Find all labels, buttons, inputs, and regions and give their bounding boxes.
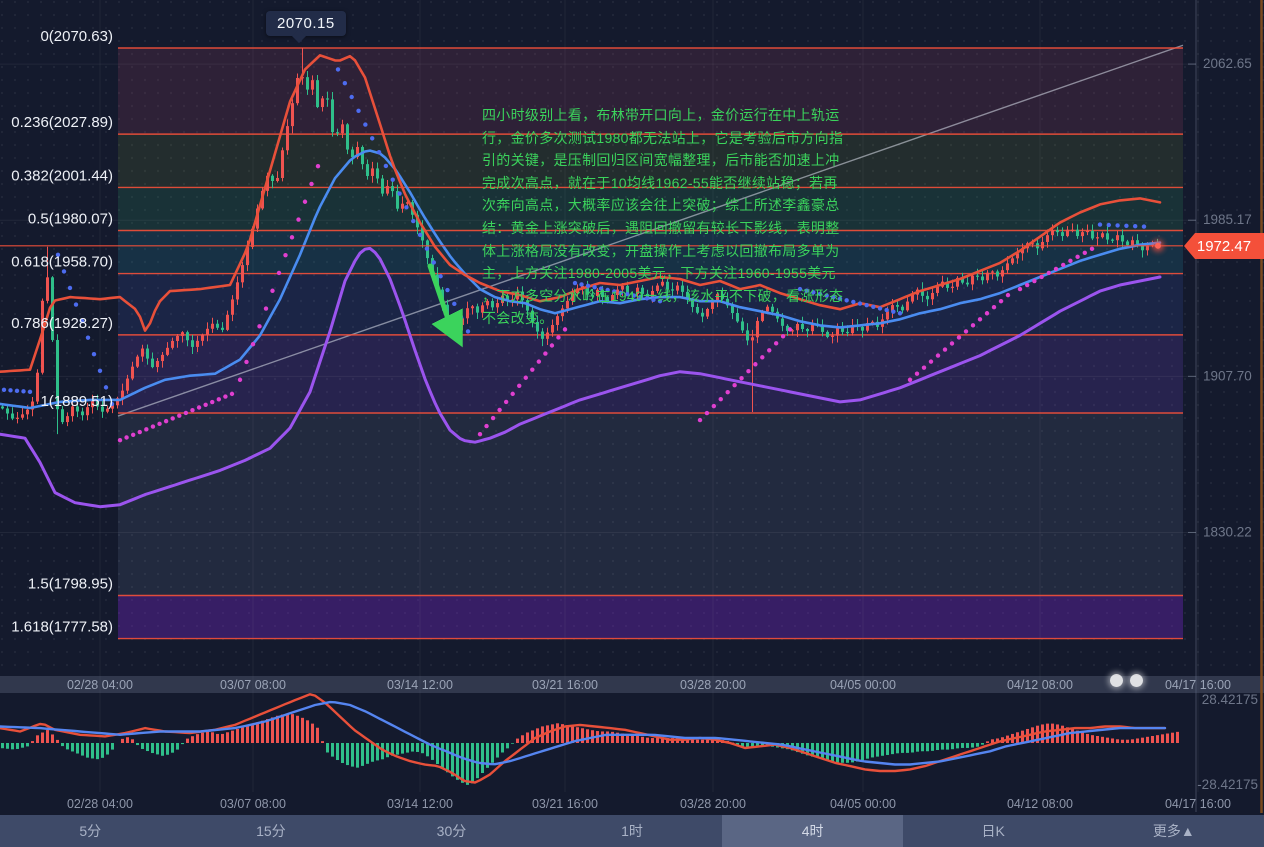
- x-axis-label: 04/17 16:00: [1165, 678, 1231, 692]
- x-axis-label: 03/21 16:00: [532, 797, 598, 811]
- timeframe-daily[interactable]: 日K: [903, 815, 1084, 847]
- timeframe-toolbar: 5分 15分 30分 1时 4时 日K 更多▲: [0, 815, 1264, 847]
- y-axis-label: 1985.17: [1203, 212, 1252, 227]
- indicator-dot[interactable]: [1130, 674, 1143, 687]
- x-axis-label: 04/17 16:00: [1165, 797, 1231, 811]
- x-axis-label: 03/14 12:00: [387, 678, 453, 692]
- trading-chart-app: 0(2070.63) 0.236(2027.89) 0.382(2001.44) 0.…: [0, 0, 1264, 847]
- fib-label: 0(2070.63): [40, 28, 113, 45]
- x-axis-label: 04/05 00:00: [830, 678, 896, 692]
- high-price-tooltip: 2070.15: [266, 11, 346, 36]
- current-price-tag: 1972.47: [1184, 233, 1264, 259]
- fib-label: 0.618(1958.70): [11, 254, 113, 271]
- x-axis-label: 03/14 12:00: [387, 797, 453, 811]
- indicator-dot[interactable]: [1110, 674, 1123, 687]
- macd-max-label: 28.42175: [1202, 692, 1258, 707]
- x-axis-label: 03/28 20:00: [680, 797, 746, 811]
- fib-label: 1.618(1777.58): [11, 619, 113, 636]
- timeframe-15min[interactable]: 15分: [181, 815, 362, 847]
- last-price-dot: [1155, 243, 1161, 249]
- fib-label: 0.382(2001.44): [11, 167, 113, 184]
- timeframe-more[interactable]: 更多▲: [1083, 815, 1264, 847]
- timeframe-1hour[interactable]: 1时: [542, 815, 723, 847]
- x-axis-label: 03/28 20:00: [680, 678, 746, 692]
- y-axis-label: 2062.65: [1203, 56, 1252, 71]
- timeframe-5min[interactable]: 5分: [0, 815, 181, 847]
- x-axis-label: 03/07 08:00: [220, 797, 286, 811]
- x-axis-label: 03/21 16:00: [532, 678, 598, 692]
- timeframe-30min[interactable]: 30分: [361, 815, 542, 847]
- fib-label: 0.5(1980.07): [28, 210, 113, 227]
- fib-label: 1(1889.51): [40, 393, 113, 410]
- x-axis-labels-macd: 02/28 04:00 03/07 08:00 03/14 12:00 03/21 1…: [67, 797, 1231, 811]
- y-axis-label: 1830.22: [1203, 524, 1252, 539]
- x-axis-label: 03/07 08:00: [220, 678, 286, 692]
- fib-label: 0.786(1928.27): [11, 315, 113, 332]
- x-axis-label: 02/28 04:00: [67, 678, 133, 692]
- macd-panel: [0, 694, 1179, 785]
- analysis-annotation: 四小时级别上看，布林带开口向上，金价运行在中上轨运 行，金价多次测试1980都无…: [482, 104, 850, 330]
- fib-label: 0.236(2027.89): [11, 114, 113, 131]
- scroll-indicator-dots[interactable]: [1110, 674, 1143, 687]
- x-axis-label: 04/05 00:00: [830, 797, 896, 811]
- fib-label: 1.5(1798.95): [28, 575, 113, 592]
- y-axis-label: 1907.70: [1203, 368, 1252, 383]
- macd-min-label: -28.42175: [1197, 777, 1258, 792]
- chart-region: 0(2070.63) 0.236(2027.89) 0.382(2001.44) 0.…: [0, 0, 1264, 815]
- timeframe-4hour[interactable]: 4时: [722, 815, 903, 847]
- x-axis-label: 04/12 08:00: [1007, 797, 1073, 811]
- x-axis-band: [0, 676, 1264, 693]
- x-axis-label: 04/12 08:00: [1007, 678, 1073, 692]
- x-axis-label: 02/28 04:00: [67, 797, 133, 811]
